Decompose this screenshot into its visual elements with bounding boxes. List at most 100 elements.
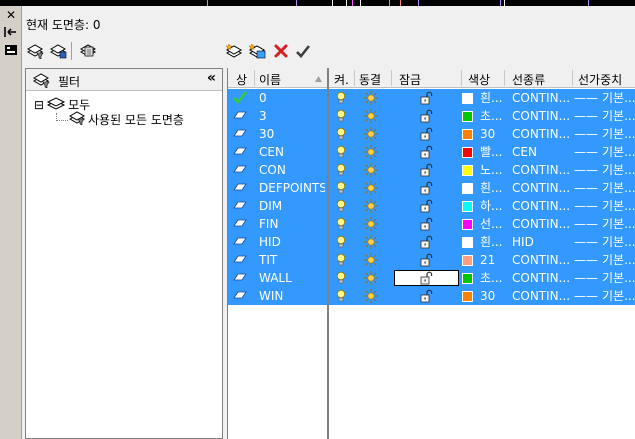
- sun-thawed-icon[interactable]: [364, 235, 378, 249]
- linetype-value[interactable]: CONTIN...: [512, 251, 570, 269]
- delete-layer-icon[interactable]: [272, 42, 290, 60]
- lightbulb-on-icon[interactable]: [336, 289, 346, 303]
- color-name[interactable]: 30: [480, 125, 504, 143]
- color-name[interactable]: 흰...: [480, 233, 504, 251]
- color-name[interactable]: 흰...: [480, 89, 504, 107]
- sun-thawed-icon[interactable]: [364, 145, 378, 159]
- linetype-value[interactable]: CONTIN...: [512, 179, 570, 197]
- lightbulb-on-icon[interactable]: [336, 163, 346, 177]
- linetype-value[interactable]: HID: [512, 233, 570, 251]
- padlock-unlocked-icon[interactable]: [420, 271, 434, 285]
- linetype-value[interactable]: CONTIN...: [512, 125, 570, 143]
- layer-row[interactable]: WALL 초... CONTIN... —— 기본...: [228, 269, 635, 287]
- sun-thawed-icon[interactable]: [364, 199, 378, 213]
- sun-thawed-icon[interactable]: [364, 271, 378, 285]
- padlock-unlocked-icon[interactable]: [420, 199, 434, 213]
- layer-row[interactable]: DEFPOINTS 흰... CONTIN... —— 기본...: [228, 179, 635, 197]
- linetype-value[interactable]: CONTIN...: [512, 161, 570, 179]
- linetype-value[interactable]: CONTIN...: [512, 197, 570, 215]
- set-current-icon[interactable]: [294, 42, 312, 60]
- color-swatch[interactable]: [462, 111, 473, 122]
- color-name[interactable]: 30: [480, 287, 504, 305]
- tree-node-used-layers[interactable]: 사용된 모든 도면층: [56, 111, 184, 128]
- sun-thawed-icon[interactable]: [364, 217, 378, 231]
- layer-name[interactable]: CEN: [259, 143, 325, 161]
- lineweight-value[interactable]: 기본...: [602, 143, 635, 161]
- color-name[interactable]: 하...: [480, 197, 504, 215]
- sun-thawed-icon[interactable]: [364, 253, 378, 267]
- lineweight-value[interactable]: 기본...: [602, 287, 635, 305]
- color-swatch[interactable]: [462, 273, 473, 284]
- sun-thawed-icon[interactable]: [364, 109, 378, 123]
- close-icon[interactable]: ✕: [3, 8, 19, 22]
- color-name[interactable]: 노...: [480, 161, 504, 179]
- tree-expander-icon[interactable]: ⊟: [34, 98, 44, 112]
- layer-name[interactable]: CON: [259, 161, 325, 179]
- color-name[interactable]: 21: [480, 251, 504, 269]
- color-swatch[interactable]: [462, 219, 473, 230]
- new-layer-icon[interactable]: [225, 42, 243, 60]
- padlock-unlocked-icon[interactable]: [420, 289, 434, 303]
- column-header-lock[interactable]: 잠금: [399, 71, 421, 88]
- lightbulb-on-icon[interactable]: [336, 271, 346, 285]
- color-name[interactable]: 흰...: [480, 179, 504, 197]
- linetype-value[interactable]: CEN: [512, 143, 570, 161]
- column-header-lineweight[interactable]: 선가중치: [578, 71, 622, 88]
- sun-thawed-icon[interactable]: [364, 127, 378, 141]
- lightbulb-on-icon[interactable]: [336, 181, 346, 195]
- color-name[interactable]: 빨...: [480, 143, 504, 161]
- color-swatch[interactable]: [462, 147, 473, 158]
- lineweight-value[interactable]: 기본...: [602, 107, 635, 125]
- lightbulb-on-icon[interactable]: [336, 145, 346, 159]
- column-header-name[interactable]: 이름: [259, 71, 281, 88]
- sun-thawed-icon[interactable]: [364, 91, 378, 105]
- layer-name[interactable]: HID: [259, 233, 325, 251]
- linetype-value[interactable]: CONTIN...: [512, 215, 570, 233]
- lightbulb-on-icon[interactable]: [336, 199, 346, 213]
- color-swatch[interactable]: [462, 201, 473, 212]
- lightbulb-on-icon[interactable]: [336, 91, 346, 105]
- new-property-filter-icon[interactable]: [26, 42, 44, 60]
- layer-row[interactable]: DIM 하... CONTIN... —— 기본...: [228, 197, 635, 215]
- padlock-unlocked-icon[interactable]: [420, 163, 434, 177]
- properties-icon[interactable]: [3, 44, 19, 58]
- layer-row[interactable]: 3 초... CONTIN... —— 기본...: [228, 107, 635, 125]
- color-swatch[interactable]: [462, 183, 473, 194]
- linetype-value[interactable]: CONTIN...: [512, 269, 570, 287]
- color-name[interactable]: 선...: [480, 215, 504, 233]
- linetype-value[interactable]: CONTIN...: [512, 107, 570, 125]
- lightbulb-on-icon[interactable]: [336, 235, 346, 249]
- lightbulb-on-icon[interactable]: [336, 109, 346, 123]
- color-swatch[interactable]: [462, 255, 473, 266]
- linetype-value[interactable]: CONTIN...: [512, 287, 570, 305]
- padlock-unlocked-icon[interactable]: [420, 235, 434, 249]
- lineweight-value[interactable]: 기본...: [602, 215, 635, 233]
- padlock-unlocked-icon[interactable]: [420, 109, 434, 123]
- layer-row[interactable]: HID 흰... HID —— 기본...: [228, 233, 635, 251]
- collapse-panel-button[interactable]: «: [207, 70, 216, 86]
- lineweight-value[interactable]: 기본...: [602, 233, 635, 251]
- layer-name[interactable]: 3: [259, 107, 325, 125]
- padlock-unlocked-icon[interactable]: [420, 181, 434, 195]
- layer-row[interactable]: 30 30 CONTIN... —— 기본...: [228, 125, 635, 143]
- layer-row[interactable]: CON 노... CONTIN... —— 기본...: [228, 161, 635, 179]
- sun-thawed-icon[interactable]: [364, 181, 378, 195]
- column-header-linetype[interactable]: 선종류: [512, 71, 545, 88]
- lineweight-value[interactable]: 기본...: [602, 197, 635, 215]
- color-swatch[interactable]: [462, 237, 473, 248]
- linetype-value[interactable]: CONTIN...: [512, 89, 570, 107]
- lineweight-value[interactable]: 기본...: [602, 89, 635, 107]
- padlock-unlocked-icon[interactable]: [420, 253, 434, 267]
- autohide-icon[interactable]: [3, 26, 19, 40]
- column-header-color[interactable]: 색상: [468, 71, 490, 88]
- layer-states-manager-icon[interactable]: [79, 42, 97, 60]
- layer-name[interactable]: FIN: [259, 215, 325, 233]
- lineweight-value[interactable]: 기본...: [602, 161, 635, 179]
- padlock-unlocked-icon[interactable]: [420, 127, 434, 141]
- layer-name[interactable]: 0: [259, 89, 325, 107]
- color-name[interactable]: 초...: [480, 269, 504, 287]
- layer-row[interactable]: 0 흰... CONTIN... —— 기본...: [228, 89, 635, 107]
- layer-name[interactable]: TIT: [259, 251, 325, 269]
- color-swatch[interactable]: [462, 291, 473, 302]
- padlock-unlocked-icon[interactable]: [420, 145, 434, 159]
